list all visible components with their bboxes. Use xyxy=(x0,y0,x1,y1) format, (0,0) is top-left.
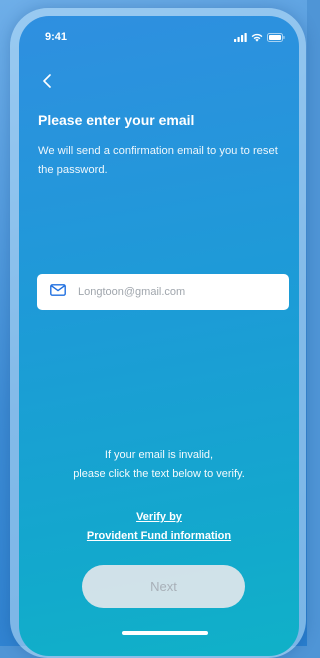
chevron-left-icon xyxy=(42,73,52,93)
wifi-icon xyxy=(251,29,263,47)
page-subtitle: We will send a confirmation email to you… xyxy=(38,145,278,176)
next-button[interactable]: Next xyxy=(82,565,245,608)
home-indicator xyxy=(122,631,208,635)
verify-link-line-2: Provident Fund information xyxy=(86,530,232,542)
page-title: Please enter your email xyxy=(38,112,195,128)
email-input[interactable] xyxy=(76,285,280,299)
battery-icon xyxy=(267,29,285,47)
helper-line-1: If your email is invalid, xyxy=(104,449,214,461)
email-field[interactable] xyxy=(37,274,289,310)
verify-link-line-1: Verify by xyxy=(136,511,182,523)
signal-icon xyxy=(234,29,247,47)
helper-text: If your email is invalid, please click t… xyxy=(19,446,299,484)
mail-icon xyxy=(50,283,66,301)
back-button[interactable] xyxy=(37,72,57,94)
app-screen: 9:41 Please enter your email We will sen… xyxy=(19,16,299,656)
status-icons xyxy=(234,29,285,47)
status-time: 9:41 xyxy=(45,31,68,43)
helper-line-2: please click the text below to verify. xyxy=(73,468,245,480)
verify-provident-fund-link[interactable]: Verify by Provident Fund information xyxy=(19,508,299,546)
status-bar: 9:41 xyxy=(19,16,299,56)
